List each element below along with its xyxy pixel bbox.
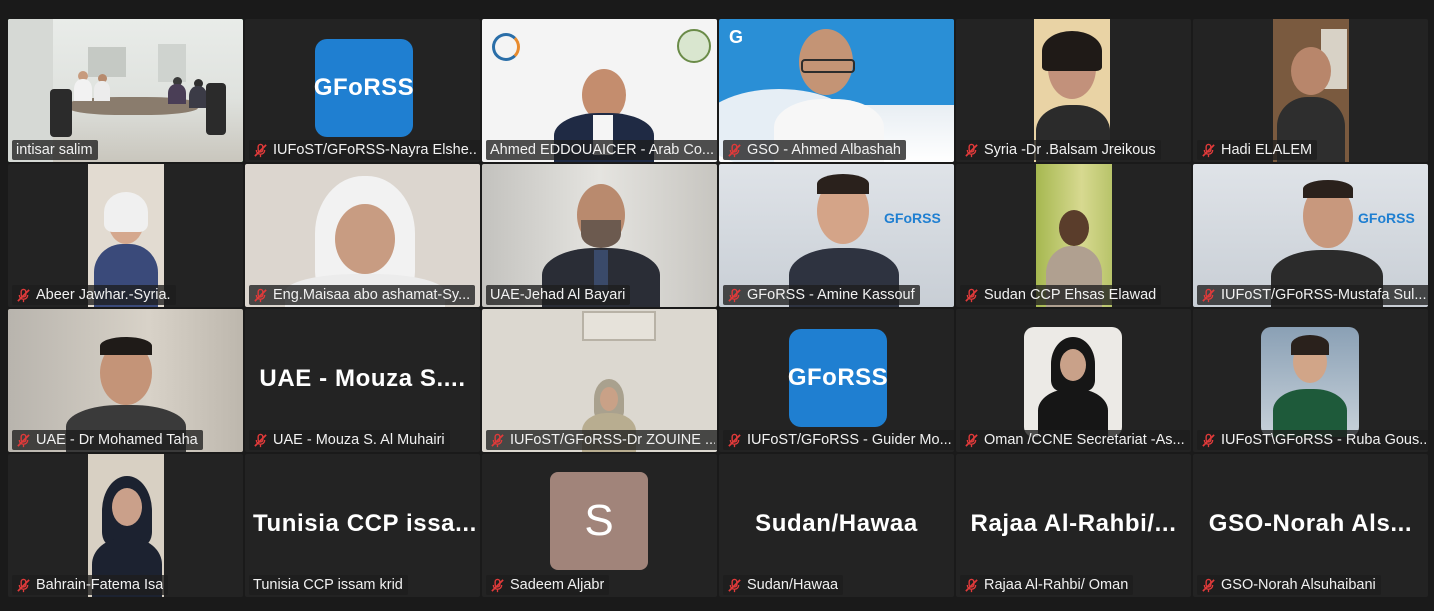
muted-mic-icon [728, 578, 741, 592]
muted-mic-icon [965, 288, 978, 302]
participant-name-label: Syria -Dr .Balsam Jreikous [960, 140, 1161, 160]
muted-mic-icon [254, 433, 267, 447]
arab-codex-logo [492, 33, 572, 61]
participant-name-label: Sadeem Aljabr [486, 575, 610, 595]
avatar: S [550, 472, 648, 570]
participant-tile[interactable]: GFoRSS IUFoST/GFoRSS - Guider Mo... [719, 309, 954, 452]
participant-name-label: Eng.Maisaa abo ashamat-Sy... [249, 285, 476, 305]
participant-display-name: Sudan/Hawaa [755, 509, 918, 537]
participant-display-name: GSO-Norah Als... [1208, 509, 1413, 537]
participant-tile[interactable]: G GSO - Ahmed Albashah [719, 19, 954, 162]
muted-mic-icon [17, 288, 30, 302]
participant-tile[interactable]: Syria -Dr .Balsam Jreikous [956, 19, 1191, 162]
muted-mic-icon [728, 143, 741, 157]
participant-name-label: intisar salim [12, 140, 98, 160]
participant-tile[interactable]: GSO-Norah Als... GSO-Norah Alsuhaibani [1193, 454, 1428, 597]
participant-name-label: Bahrain-Fatema Isa [12, 575, 169, 595]
participant-tile[interactable]: GFoRSS IUFoST/GFoRSS-Mustafa Sul... [1193, 164, 1428, 307]
participant-name-label: Rajaa Al-Rahbi/ Oman [960, 575, 1134, 595]
muted-mic-icon [728, 433, 741, 447]
participant-name-label: GSO - Ahmed Albashah [723, 140, 906, 160]
participant-tile[interactable]: Ahmed EDDOUAICER - Arab Co... [482, 19, 717, 162]
participant-name-label: Sudan CCP Ehsas Elawad [960, 285, 1162, 305]
muted-mic-icon [17, 578, 30, 592]
muted-mic-icon [17, 433, 30, 447]
participant-name-label: UAE-Jehad Al Bayari [486, 285, 631, 305]
participant-tile[interactable]: intisar salim [8, 19, 243, 162]
participant-tile[interactable]: UAE - Mouza S.... UAE - Mouza S. Al Muha… [245, 309, 480, 452]
muted-mic-icon [965, 433, 978, 447]
participant-name-label: Tunisia CCP issam krid [249, 575, 408, 595]
muted-mic-icon [491, 433, 504, 447]
participant-tile[interactable]: Eng.Maisaa abo ashamat-Sy... [245, 164, 480, 307]
muted-mic-icon [254, 288, 267, 302]
participant-tile[interactable]: Abeer Jawhar.-Syria. [8, 164, 243, 307]
gforss-logo: GFoRSS [884, 210, 941, 226]
participant-name-label: Oman /CCNE Secretariat -As... [960, 430, 1190, 450]
participant-name-label: IUFoST/GFoRSS-Mustafa Sul... [1197, 285, 1428, 305]
participant-tile[interactable]: S Sadeem Aljabr [482, 454, 717, 597]
participant-tile[interactable]: Tunisia CCP issa... Tunisia CCP issam kr… [245, 454, 480, 597]
participant-display-name: Tunisia CCP issa... [253, 509, 477, 537]
emblem-icon [677, 29, 711, 63]
participant-name-label: UAE - Mouza S. Al Muhairi [249, 430, 450, 450]
participant-tile[interactable]: GFoRSS IUFoST/GFoRSS-Nayra Elshe... [245, 19, 480, 162]
participant-tile[interactable]: Sudan CCP Ehsas Elawad [956, 164, 1191, 307]
gforss-logo: GFoRSS [1358, 210, 1415, 226]
muted-mic-icon [965, 578, 978, 592]
muted-mic-icon [491, 578, 504, 592]
participant-display-name: UAE - Mouza S.... [259, 364, 466, 392]
participant-tile[interactable]: Oman /CCNE Secretariat -As... [956, 309, 1191, 452]
participant-tile[interactable]: Sudan/Hawaa Sudan/Hawaa [719, 454, 954, 597]
muted-mic-icon [1202, 143, 1215, 157]
participant-name-label: IUFoST/GFoRSS-Dr ZOUINE ... [486, 430, 717, 450]
participant-tile[interactable]: IUFoST/GFoRSS-Dr ZOUINE ... [482, 309, 717, 452]
participant-tile[interactable]: Hadi ELALEM [1193, 19, 1428, 162]
participant-tile[interactable]: Rajaa Al-Rahbi/... Rajaa Al-Rahbi/ Oman [956, 454, 1191, 597]
participant-name-label: GSO-Norah Alsuhaibani [1197, 575, 1381, 595]
participant-tile[interactable]: Bahrain-Fatema Isa [8, 454, 243, 597]
muted-mic-icon [254, 143, 267, 157]
muted-mic-icon [728, 288, 741, 302]
participant-name-label: Abeer Jawhar.-Syria. [12, 285, 176, 305]
participant-tile[interactable]: UAE - Dr Mohamed Taha [8, 309, 243, 452]
participant-name-label: IUFoST/GFoRSS - Guider Mo... [723, 430, 954, 450]
participant-name-label: Ahmed EDDOUAICER - Arab Co... [486, 140, 717, 160]
participant-name-label: UAE - Dr Mohamed Taha [12, 430, 203, 450]
gso-logo: G [729, 27, 744, 47]
participant-name-label: IUFoST\GFoRSS - Ruba Gous... [1197, 430, 1428, 450]
gforss-logo: GFoRSS [314, 39, 414, 137]
muted-mic-icon [965, 143, 978, 157]
participant-name-label: Hadi ELALEM [1197, 140, 1318, 160]
gforss-logo: GFoRSS [788, 329, 888, 427]
participant-name-label: Sudan/Hawaa [723, 575, 844, 595]
participant-tile[interactable]: IUFoST\GFoRSS - Ruba Gous... [1193, 309, 1428, 452]
participant-tile[interactable]: UAE-Jehad Al Bayari [482, 164, 717, 307]
participant-name-label: IUFoST/GFoRSS-Nayra Elshe... [249, 140, 480, 160]
gallery-grid: intisar salim GFoRSS IUFoST/GFoRSS-Nayra… [8, 19, 1429, 605]
muted-mic-icon [1202, 288, 1215, 302]
participant-display-name: Rajaa Al-Rahbi/... [970, 509, 1177, 537]
muted-mic-icon [1202, 578, 1215, 592]
participant-name-label: GFoRSS - Amine Kassouf [723, 285, 920, 305]
muted-mic-icon [1202, 433, 1215, 447]
participant-tile[interactable]: GFoRSS GFoRSS - Amine Kassouf [719, 164, 954, 307]
